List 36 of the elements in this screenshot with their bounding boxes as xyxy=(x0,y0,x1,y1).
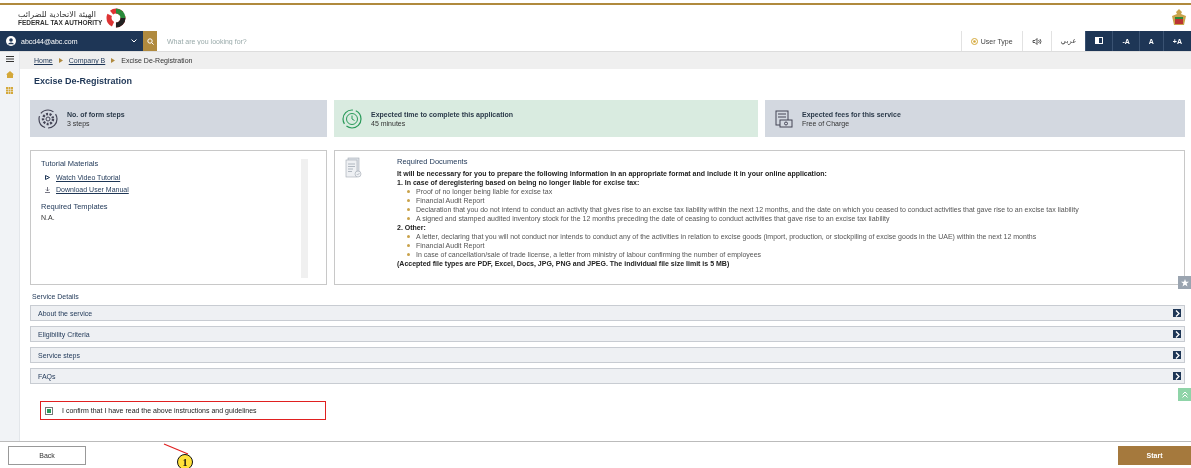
speaker-icon xyxy=(1031,37,1042,45)
logo-icon xyxy=(106,8,127,28)
bullet-icon xyxy=(407,253,410,256)
bullet-icon xyxy=(407,190,410,193)
play-icon xyxy=(45,175,50,180)
document-icon xyxy=(345,157,363,179)
gear-icon xyxy=(38,108,58,129)
checkbox[interactable] xyxy=(45,406,53,415)
search-icon xyxy=(146,37,154,45)
logo-arabic-text: الهيئة الاتحادية للضرائب xyxy=(18,9,96,19)
menu-icon[interactable] xyxy=(5,56,14,62)
bullet-icon xyxy=(407,235,410,238)
scroll-top-button[interactable] xyxy=(1178,388,1191,401)
breadcrumb-arrow-icon xyxy=(111,58,116,63)
bullet-icon xyxy=(407,199,410,202)
download-icon xyxy=(45,186,50,193)
home-icon[interactable] xyxy=(5,71,14,78)
search-button[interactable] xyxy=(143,31,157,51)
star-icon xyxy=(1180,278,1189,287)
bullet-icon xyxy=(407,217,410,220)
leader-line xyxy=(163,443,189,455)
invoice-icon xyxy=(773,109,793,128)
target-icon xyxy=(970,37,978,45)
breadcrumb-arrow-icon xyxy=(58,58,63,63)
page-title: Excise De-Registration xyxy=(34,76,134,88)
chevron-down-icon xyxy=(131,39,137,43)
contrast-button[interactable] xyxy=(1085,31,1113,51)
favorite-button[interactable] xyxy=(1178,276,1191,289)
double-chevron-up-icon xyxy=(1181,391,1188,398)
emblem-icon xyxy=(1171,8,1187,28)
grid-icon[interactable] xyxy=(6,87,13,94)
bullet-icon xyxy=(407,208,410,211)
contrast-icon xyxy=(1095,37,1104,44)
user-icon xyxy=(6,36,16,46)
bullet-icon xyxy=(407,244,410,247)
clock-icon xyxy=(342,108,362,129)
